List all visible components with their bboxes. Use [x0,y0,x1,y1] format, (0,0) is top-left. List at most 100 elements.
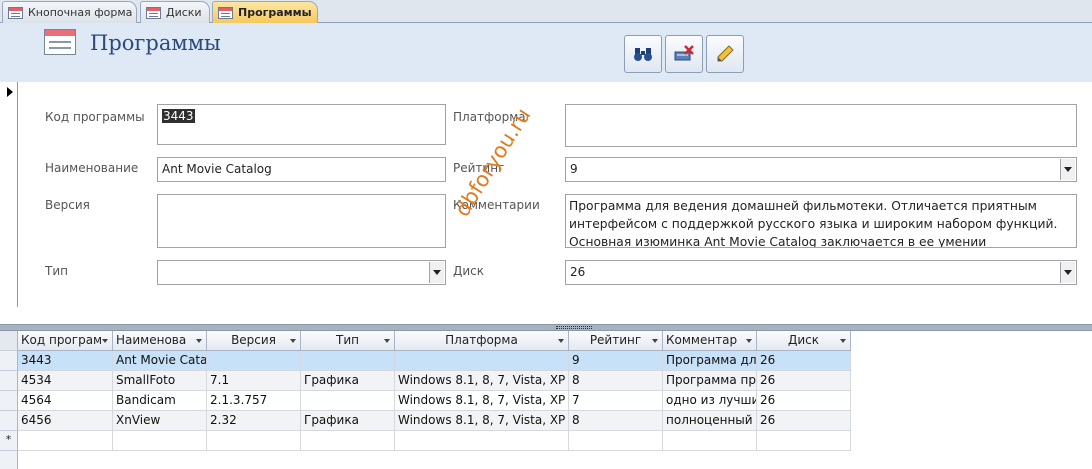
table-cell[interactable]: XnView [113,411,207,431]
row-selector[interactable] [0,371,18,391]
version-field[interactable] [157,194,446,248]
edit-button[interactable] [706,35,744,73]
table-cell[interactable]: 9 [569,351,663,371]
column-header[interactable]: Наименова [113,331,207,351]
table-cell[interactable]: Windows 8.1, 8, 7, Vista, XP [395,371,569,391]
chevron-down-icon [652,339,658,343]
table-cell[interactable]: полноценный [663,411,757,431]
disk-combobox[interactable]: 26 [565,260,1077,285]
code-field[interactable]: 3443 [157,104,446,145]
table-cell[interactable]: 8 [569,371,663,391]
table-cell[interactable]: 3443 [18,351,113,371]
table-cell[interactable]: 4564 [18,391,113,411]
table-cell[interactable] [757,431,851,451]
page-title: Программы [90,31,221,55]
table-cell[interactable]: одно из лучши [663,391,757,411]
table-cell[interactable]: Windows 8.1, 8, 7, Vista, XP [395,411,569,431]
table-row[interactable]: 6456 XnView 2.32 Графика Windows 8.1, 8,… [0,411,851,431]
table-cell[interactable]: Программа пр [663,371,757,391]
column-header[interactable]: Диск [757,331,851,351]
chevron-down-icon[interactable] [429,262,444,283]
table-cell[interactable]: Программа дл [663,351,757,371]
version-label: Версия [45,198,90,212]
table-cell[interactable]: 26 [757,411,851,431]
tab-label: Программы [238,6,312,19]
code-label: Код программы [45,110,145,124]
datasheet-empty-area [0,451,851,469]
table-cell[interactable]: 2.32 [207,411,301,431]
chevron-down-icon [558,339,564,343]
column-header[interactable]: Версия [207,331,301,351]
column-header[interactable]: Комментар [663,331,757,351]
table-cell[interactable]: 6456 [18,411,113,431]
comment-field[interactable]: Программа для ведения домашней фильмотек… [565,194,1077,248]
delete-record-icon [674,45,694,61]
tab-programs[interactable]: Программы [212,1,318,23]
column-header[interactable]: Платформа [395,331,569,351]
table-row[interactable]: 4534 SmallFoto 7.1 Графика Windows 8.1, … [0,371,851,391]
table-cell[interactable]: 26 [757,351,851,371]
table-cell[interactable]: Windows 8.1, 8, 7, Vista, XP [395,391,569,411]
rating-combobox[interactable]: 9 [565,157,1077,182]
table-cell[interactable]: 7.1 [207,371,301,391]
table-cell[interactable]: Графика [301,411,395,431]
table-cell[interactable]: 2.1.3.757 [207,391,301,411]
name-label: Наименование [45,161,139,175]
delete-record-button[interactable] [665,35,703,73]
table-cell[interactable]: 7 [569,391,663,411]
new-record-marker[interactable]: * [0,431,18,451]
column-header[interactable]: Тип [301,331,395,351]
platform-field[interactable] [565,104,1077,147]
current-record-arrow-icon [7,87,13,97]
disk-label: Диск [453,264,485,278]
table-row[interactable]: 4564 Bandicam 2.1.3.757 Windows 8.1, 8, … [0,391,851,411]
table-cell[interactable]: Графика [301,371,395,391]
chevron-down-icon [840,339,846,343]
chevron-down-icon [102,339,108,343]
new-record-row[interactable]: * [0,431,851,451]
record-selector[interactable] [0,82,18,307]
row-selector[interactable] [0,391,18,411]
row-selector[interactable] [0,411,18,431]
table-cell[interactable] [301,431,395,451]
table-cell[interactable]: SmallFoto [113,371,207,391]
table-cell[interactable]: Bandicam [113,391,207,411]
select-all-corner[interactable] [0,331,18,351]
tab-disks[interactable]: Диски [140,1,210,23]
table-cell[interactable]: Ant Movie Cata [113,351,207,371]
table-cell[interactable] [663,431,757,451]
splitter-grip-icon[interactable] [556,326,592,329]
type-combobox[interactable] [157,260,446,285]
chevron-down-icon[interactable] [1060,262,1075,283]
table-cell[interactable]: 26 [757,391,851,411]
name-field[interactable]: Ant Movie Catalog [157,157,446,182]
table-cell[interactable]: 26 [757,371,851,391]
table-cell[interactable] [113,431,207,451]
table-cell[interactable]: 8 [569,411,663,431]
form-header: Программы [0,23,1092,82]
table-cell[interactable] [207,351,301,371]
table-cell[interactable] [301,391,395,411]
table-cell[interactable] [207,431,301,451]
table-cell[interactable] [18,431,113,451]
form-icon [218,6,233,19]
tab-switchboard[interactable]: Кнопочная форма [2,1,137,23]
table-cell[interactable] [395,351,569,371]
code-value: 3443 [162,109,195,123]
tab-label: Кнопочная форма [28,6,133,19]
chevron-down-icon[interactable] [1060,159,1075,180]
table-cell[interactable] [569,431,663,451]
find-button[interactable] [624,35,662,73]
table-cell[interactable]: 4534 [18,371,113,391]
tab-label: Диски [166,6,202,19]
pencil-icon [717,45,734,62]
column-header[interactable]: Код програм [18,331,113,351]
table-row[interactable]: 3443 Ant Movie Cata 9 Программа дл 26 [0,351,851,371]
row-selector[interactable] [0,351,18,371]
disk-value: 26 [570,265,586,279]
table-cell[interactable] [395,431,569,451]
document-tab-bar: Кнопочная форма Диски Программы [0,0,1092,23]
table-cell[interactable] [301,351,395,371]
split-form-splitter[interactable] [0,324,1092,331]
column-header[interactable]: Рейтинг [569,331,663,351]
